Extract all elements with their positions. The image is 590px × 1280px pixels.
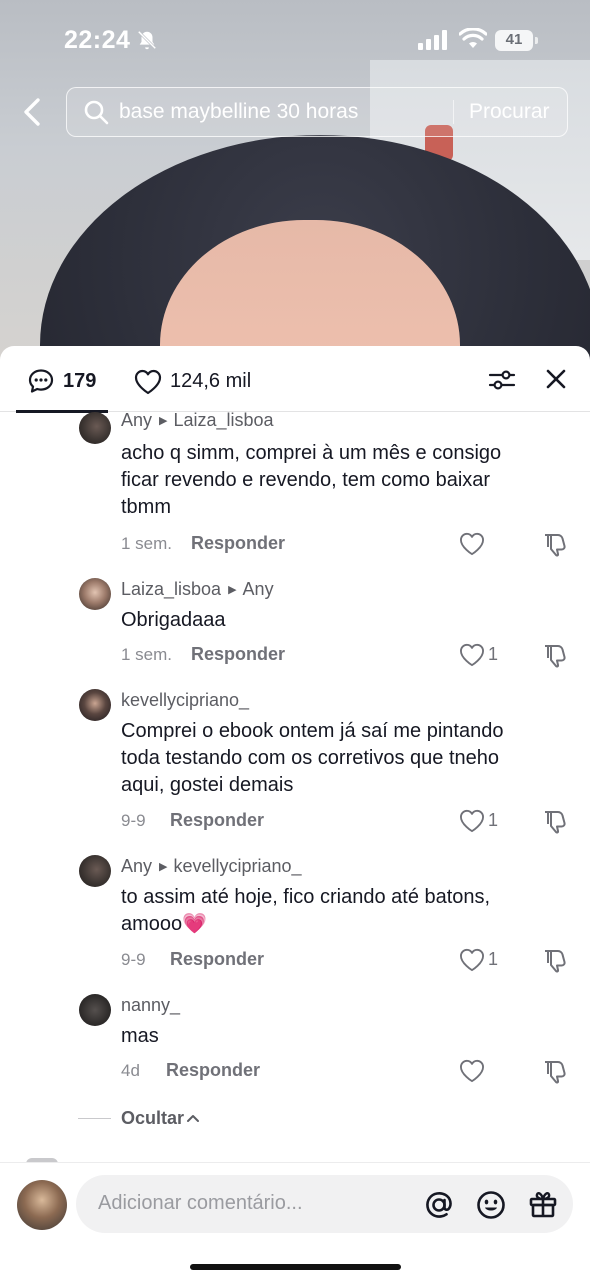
heart-icon[interactable] (459, 809, 485, 833)
battery-level: 41 (505, 31, 523, 48)
comment-date: 4d (121, 1061, 140, 1080)
search-bar[interactable]: base maybelline 30 horas Procurar (66, 87, 568, 137)
comment-date: 9-9 (121, 950, 146, 969)
heart-icon[interactable] (459, 532, 485, 556)
comment-item: nanny_ mas 4d Responder (0, 994, 590, 1090)
tab-likes[interactable]: 124,6 mil (134, 346, 274, 412)
dislike-icon[interactable] (542, 808, 568, 834)
sheet-tabs: 179 124,6 mil (0, 346, 590, 413)
search-icon (84, 100, 109, 125)
comment-item: Any ▶ Laiza_lisboa acho q simm, comprei à … (0, 410, 590, 562)
like-count: 1 (488, 810, 499, 830)
battery-icon: 41 (495, 30, 539, 51)
search-divider (453, 100, 454, 124)
heart-icon[interactable] (459, 948, 485, 972)
comment-date: 1 sem. (121, 534, 173, 553)
signal-icon (418, 30, 447, 50)
hide-divider (78, 1118, 111, 1119)
dislike-icon[interactable] (542, 642, 568, 668)
chevron-up-icon (187, 1115, 199, 1122)
search-submit-button[interactable]: Procurar (469, 100, 550, 124)
heart-icon (134, 369, 162, 395)
comment-input-placeholder: Adicionar comentário... (98, 1192, 303, 1214)
avatar[interactable] (79, 855, 111, 887)
reply-button[interactable]: Responder (166, 1060, 260, 1081)
comment-date: 1 sem. (121, 645, 173, 664)
comment-username[interactable]: nanny_ (121, 995, 180, 1016)
comment-item: Laiza_lisboa ▶ Any Obrigadaaa 1 sem. Respo… (0, 578, 590, 674)
status-time: 22:24 (64, 26, 131, 54)
tab-comments[interactable]: 179 (16, 346, 108, 413)
comment-input[interactable]: Adicionar comentário... (76, 1175, 573, 1233)
comment-text: to assim até hoje, fico criando até bato… (121, 886, 491, 935)
avatar[interactable] (79, 578, 111, 610)
comment-text: mas (121, 1025, 159, 1047)
avatar[interactable] (79, 689, 111, 721)
status-bar: 22:24 41 (0, 0, 590, 80)
dislike-icon[interactable] (542, 1058, 568, 1084)
comment-count: 179 (63, 370, 97, 392)
comment-item: Any ▶ kevellycipriano_ to assim até hoje, … (0, 855, 590, 979)
emoji-icon[interactable] (476, 1190, 506, 1220)
comment-item: kevellycipriano_ Comprei o ebook ontem j… (0, 689, 590, 839)
home-indicator[interactable] (190, 1264, 401, 1270)
reply-button[interactable]: Responder (170, 949, 264, 970)
comment-text: Obrigadaaa (121, 609, 226, 631)
comment-username[interactable]: Laiza_lisboa ▶ Any (121, 579, 274, 600)
comment-username[interactable]: Any ▶ kevellycipriano_ (121, 856, 302, 877)
filter-icon[interactable] (488, 367, 516, 393)
like-count: 124,6 mil (170, 370, 252, 392)
comment-text: acho q simm, comprei à um mês e consigo … (121, 442, 502, 518)
reply-button[interactable]: Responder (191, 533, 285, 554)
reply-button[interactable]: Responder (170, 810, 264, 831)
dislike-icon[interactable] (542, 531, 568, 557)
reply-button[interactable]: Responder (191, 644, 285, 665)
comment-icon (28, 369, 54, 393)
hide-replies-label: Ocultar (121, 1108, 185, 1128)
avatar[interactable] (17, 1180, 67, 1230)
bell-off-icon (137, 30, 157, 50)
like-count: 1 (488, 949, 499, 969)
heart-icon[interactable] (459, 1059, 485, 1083)
back-icon[interactable] (18, 96, 46, 128)
comments-sheet: 179 124,6 mil Any ▶ Laiza_lisboa acho q si… (0, 346, 590, 1280)
comment-text: Comprei o ebook ontem já saí me pintando… (121, 720, 504, 796)
search-input[interactable]: base maybelline 30 horas (119, 100, 358, 124)
avatar[interactable] (79, 412, 111, 444)
comment-username[interactable]: Any ▶ Laiza_lisboa (121, 410, 274, 431)
heart-icon[interactable] (459, 643, 485, 667)
avatar[interactable] (79, 994, 111, 1026)
at-icon[interactable] (424, 1190, 454, 1220)
dislike-icon[interactable] (542, 947, 568, 973)
comment-date: 9-9 (121, 811, 146, 830)
like-count: 1 (488, 644, 499, 664)
wifi-icon (459, 28, 487, 48)
gift-icon[interactable] (528, 1189, 558, 1219)
comment-composer: Adicionar comentário... (0, 1162, 590, 1280)
close-icon[interactable] (545, 368, 567, 390)
comment-username[interactable]: kevellycipriano_ (121, 690, 249, 711)
